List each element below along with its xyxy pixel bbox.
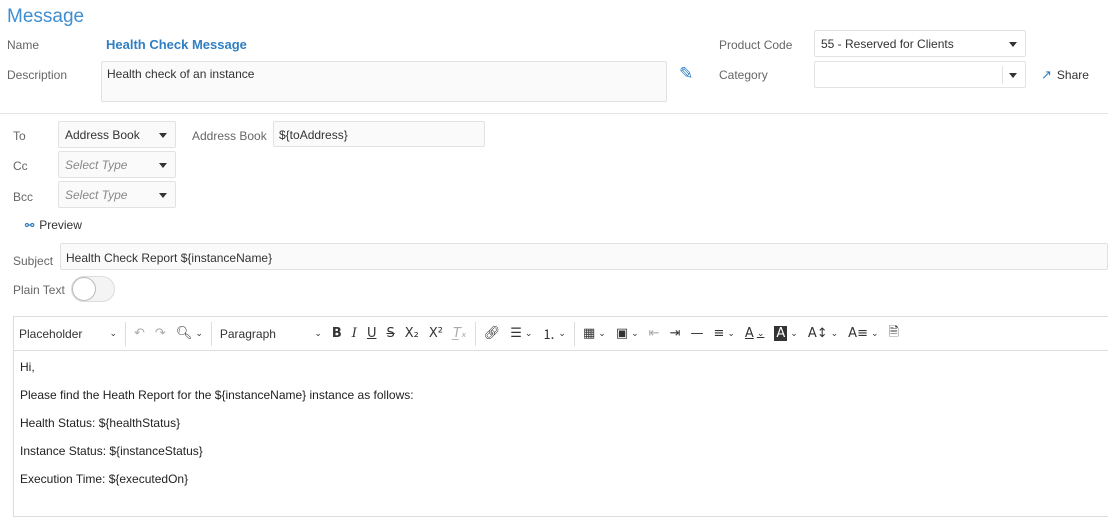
share-icon: ↗ — [1041, 67, 1052, 82]
paragraph-format-dropdown[interactable]: Paragraph ⌄ — [215, 322, 327, 346]
caret-down-icon — [1009, 72, 1017, 78]
toolbar-separator — [210, 321, 212, 346]
toolbar-separator — [474, 321, 476, 346]
bold-icon[interactable]: B — [327, 322, 347, 346]
address-book-label: Address Book — [192, 129, 267, 143]
product-code-label: Product Code — [719, 38, 793, 52]
address-book-input[interactable]: ${toAddress} — [273, 121, 485, 147]
outdent-icon[interactable]: ⇤ — [644, 322, 665, 346]
italic-icon[interactable]: I — [347, 322, 362, 346]
name-value: Health Check Message — [106, 37, 247, 52]
superscript-icon[interactable]: X² — [424, 322, 448, 346]
subject-label: Subject — [13, 254, 54, 268]
cc-placeholder: Select Type — [65, 158, 128, 172]
editor-toolbar: Placeholder ⌄ ↶ ↷ 🔍︎ ⌄ Paragraph ⌄ B I U S … — [14, 317, 1108, 351]
placeholder-dropdown[interactable]: Placeholder ⌄ — [14, 322, 122, 346]
caret-down-icon — [159, 192, 167, 198]
name-label: Name — [7, 38, 40, 52]
bcc-label: Bcc — [13, 190, 34, 204]
binoculars-icon: ⚯ — [25, 219, 35, 232]
pencil-edit-icon[interactable]: ✎ — [679, 64, 693, 84]
preview-button[interactable]: ⚯ Preview — [25, 218, 82, 232]
category-select[interactable] — [814, 61, 1026, 88]
indent-icon[interactable]: ⇥ — [665, 322, 686, 346]
product-code-select[interactable]: 55 - Reserved for Clients — [814, 30, 1026, 57]
description-label: Description — [7, 68, 68, 82]
table-icon[interactable]: ▦ ⌄ — [578, 322, 611, 346]
chevron-down-icon: ⌄ — [109, 328, 117, 338]
toggle-knob — [72, 277, 96, 301]
undo-icon[interactable]: ↶ — [129, 322, 150, 346]
horizontal-line-icon[interactable]: — — [685, 322, 708, 346]
category-label: Category — [719, 68, 768, 82]
rich-text-editor[interactable]: Placeholder ⌄ ↶ ↷ 🔍︎ ⌄ Paragraph ⌄ B I U S … — [13, 316, 1108, 517]
bcc-placeholder: Select Type — [65, 188, 128, 202]
bullet-list-icon[interactable]: ☰ ⌄ — [505, 322, 537, 346]
find-replace-icon[interactable]: 🔍︎ ⌄ — [171, 322, 208, 346]
body-line: Hi, — [20, 360, 35, 374]
body-line: Health Status: ${healthStatus} — [20, 416, 181, 430]
align-icon[interactable]: ≡ ⌄ — [708, 322, 739, 346]
clear-format-icon[interactable]: T̲ₓ — [448, 322, 472, 346]
to-label: To — [13, 129, 26, 143]
underline-icon[interactable]: U — [362, 322, 382, 346]
subscript-icon[interactable]: X₂ — [400, 322, 424, 346]
to-type-value: Address Book — [65, 128, 140, 142]
select-divider — [1002, 66, 1003, 84]
cc-label: Cc — [13, 159, 28, 173]
line-height-icon[interactable]: A≡ ⌄ — [843, 322, 883, 346]
image-icon[interactable]: ▣ ⌄ — [611, 322, 644, 346]
caret-down-icon — [159, 162, 167, 168]
to-type-select[interactable]: Address Book — [58, 121, 176, 148]
background-color-icon[interactable]: A ⌄ — [769, 322, 802, 346]
plain-text-label: Plain Text — [13, 283, 65, 297]
strikethrough-icon[interactable]: S — [381, 322, 399, 346]
toolbar-separator — [125, 321, 126, 346]
caret-down-icon — [1009, 41, 1017, 47]
redo-icon[interactable]: ↷ — [150, 322, 171, 346]
font-size-icon[interactable]: A↕ ⌄ — [803, 322, 843, 346]
numbered-list-icon[interactable]: ⒈ ⌄ — [537, 322, 571, 346]
subject-input[interactable]: Health Check Report ${instanceName} — [60, 243, 1108, 270]
body-line: Please find the Heath Report for the ${i… — [20, 388, 414, 402]
body-line: Instance Status: ${instanceStatus} — [20, 444, 203, 458]
link-icon[interactable]: 🔗︎ — [479, 322, 506, 346]
toolbar-separator — [573, 321, 575, 346]
document-icon[interactable]: 🗎 — [884, 322, 904, 346]
share-label: Share — [1056, 68, 1089, 82]
share-button[interactable]: ↗ Share — [1041, 67, 1089, 83]
caret-down-icon — [159, 132, 167, 138]
section-divider — [0, 113, 1108, 114]
editor-content[interactable]: Hi, Please find the Heath Report for the… — [14, 351, 1108, 511]
chevron-down-icon: ⌄ — [314, 328, 322, 338]
font-color-icon[interactable]: A ⌄ — [740, 322, 769, 346]
preview-label: Preview — [39, 218, 82, 232]
bcc-type-select[interactable]: Select Type — [58, 181, 176, 208]
plain-text-toggle[interactable] — [71, 276, 115, 302]
product-code-value: 55 - Reserved for Clients — [821, 37, 954, 51]
page-title: Message — [7, 6, 85, 27]
cc-type-select[interactable]: Select Type — [58, 151, 176, 178]
paragraph-label: Paragraph — [219, 326, 276, 341]
placeholder-label: Placeholder — [19, 326, 83, 341]
body-line: Execution Time: ${executedOn} — [20, 472, 189, 486]
description-field[interactable]: Health check of an instance — [101, 61, 667, 102]
